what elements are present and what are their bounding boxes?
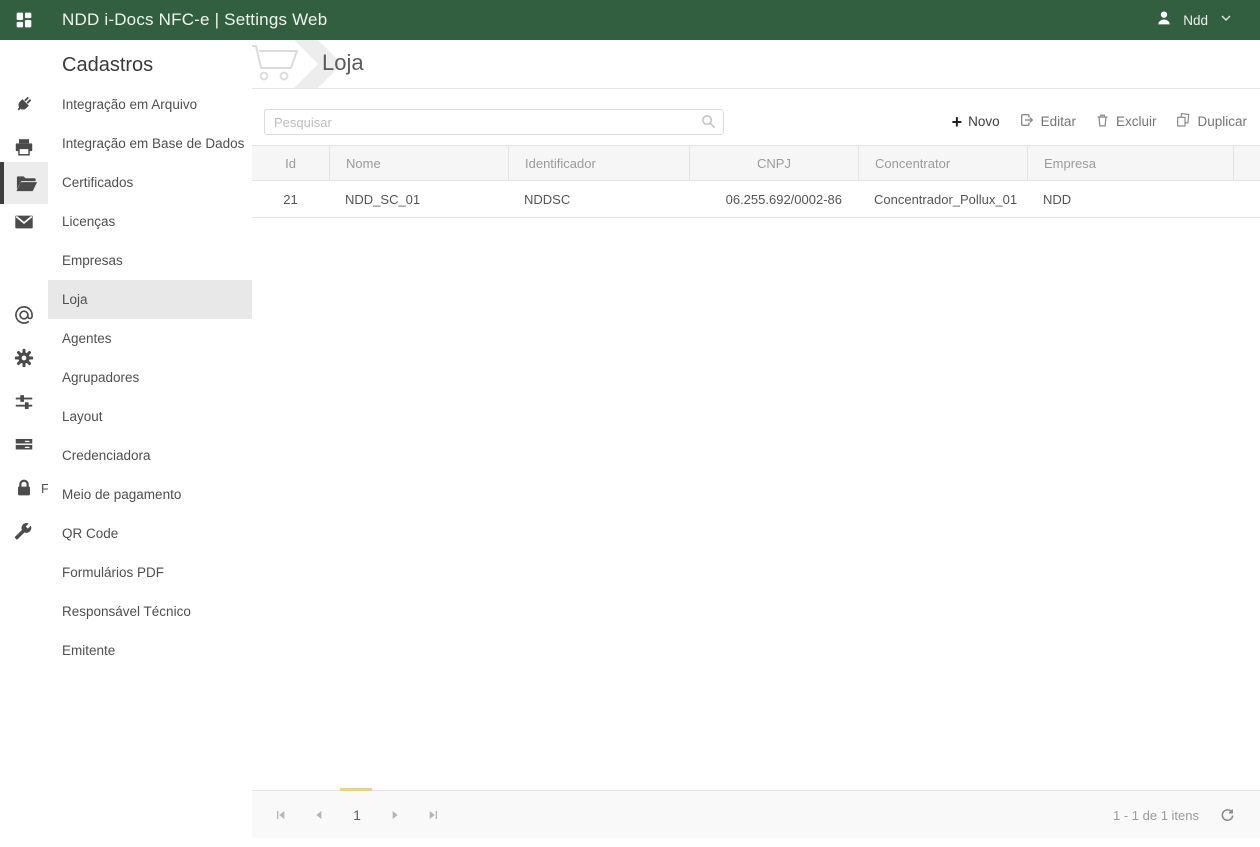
column-header-nome[interactable]: Nome [329,146,508,180]
sidebar-item-loja[interactable]: Loja [48,280,252,319]
envelope-icon[interactable] [0,201,48,243]
app-title: NDD i-Docs NFC-e | Settings Web [62,10,327,30]
first-page-icon[interactable] [269,803,293,827]
sidebar-item-meio-pagamento[interactable]: Meio de pagamento [48,475,252,514]
cell-nome: NDD_SC_01 [329,181,508,217]
last-page-icon[interactable] [421,803,445,827]
editar-button[interactable]: Editar [1019,112,1076,131]
novo-button[interactable]: + Novo [952,114,1000,129]
folder-open-icon[interactable] [0,162,48,204]
next-page-icon[interactable] [383,803,407,827]
search-input[interactable] [264,109,724,135]
main-content: Loja + Novo [252,40,1260,847]
user-name: Ndd [1183,13,1208,28]
sliders-icon[interactable] [0,381,48,423]
column-header-concentrator[interactable]: Concentrator [858,146,1027,180]
sidebar-item-agrupadores[interactable]: Agrupadores [48,358,252,397]
column-header-identificador[interactable]: Identificador [508,146,689,180]
sidebar-item-emitente[interactable]: Emitente [48,631,252,670]
toolbar: + Novo Editar [952,112,1247,131]
server-icon[interactable] [0,423,48,465]
column-header-filler [1233,146,1260,180]
edit-arrow-icon [1019,112,1035,131]
prev-page-icon[interactable] [307,803,331,827]
page-header: Loja [252,40,1260,89]
user-icon [1155,9,1173,32]
cell-empresa: NDD [1027,181,1233,217]
sidebar-item-responsavel-tecnico[interactable]: Responsável Técnico [48,592,252,631]
sidebar-item-layout[interactable]: Layout [48,397,252,436]
wrench-icon[interactable] [0,510,48,552]
table-row[interactable]: 21 NDD_SC_01 NDDSC 06.255.692/0002-86 Co… [252,181,1260,218]
novo-label: Novo [968,114,1000,129]
cell-cnpj: 06.255.692/0002-86 [689,181,858,217]
excluir-button[interactable]: Excluir [1095,113,1157,131]
sidebar-item-qr-code[interactable]: QR Code [48,514,252,553]
duplicar-label: Duplicar [1197,114,1247,129]
grid-header: Id Nome Identificador CNPJ Concentrator … [252,145,1260,181]
excluir-label: Excluir [1116,114,1157,129]
duplicar-button[interactable]: Duplicar [1175,112,1247,131]
pager-info: 1 - 1 de 1 itens [1113,808,1199,823]
current-page-indicator [340,788,372,791]
plus-icon: + [952,115,963,129]
app-grid-icon[interactable] [0,0,48,40]
sidebar-item-licencas[interactable]: Licenças [48,202,252,241]
sidebar-title: Cadastros [48,40,252,77]
cell-identificador: NDDSC [508,181,689,217]
sidebar-item-agentes[interactable]: Agentes [48,319,252,358]
editar-label: Editar [1041,114,1076,129]
sidebar-item-integracao-base-dados[interactable]: Integração em Base de Dados [48,124,252,163]
search-box [264,109,724,135]
cell-id: 21 [252,181,329,217]
icon-rail: F [0,40,48,847]
sidebar-panel: Cadastros Integração em Arquivo Integraç… [48,40,252,847]
sidebar-items: Integração em Arquivo Integração em Base… [48,85,252,670]
sidebar-item-integracao-arquivo[interactable]: Integração em Arquivo [48,85,252,124]
cell-filler [1233,181,1260,217]
page-title: Loja [322,50,364,76]
trash-icon [1095,113,1110,131]
chevron-down-icon [1218,10,1234,31]
page-number-1[interactable]: 1 [345,803,369,827]
pager: 1 1 - 1 de 1 itens [252,790,1260,838]
cell-concentrator: Concentrador_Pollux_01 [858,181,1027,217]
user-menu[interactable]: Ndd [1155,0,1234,40]
column-header-cnpj[interactable]: CNPJ [689,146,858,180]
sidebar-item-formularios-pdf[interactable]: Formulários PDF [48,553,252,592]
search-icon[interactable] [700,113,717,135]
sidebar-item-empresas[interactable]: Empresas [48,241,252,280]
plug-icon[interactable] [0,83,48,125]
column-header-id[interactable]: Id [252,146,329,180]
top-bar: NDD i-Docs NFC-e | Settings Web Ndd [0,0,1260,40]
at-icon[interactable] [0,294,48,336]
refresh-icon[interactable] [1219,807,1236,824]
gear-icon[interactable] [0,337,48,379]
data-grid: Id Nome Identificador CNPJ Concentrator … [252,145,1260,218]
column-header-empresa[interactable]: Empresa [1027,146,1233,180]
copy-icon [1175,112,1191,131]
app-window: NDD i-Docs NFC-e | Settings Web Ndd [0,0,1260,847]
sidebar-item-certificados[interactable]: Certificados [48,163,252,202]
sidebar-item-credenciadora[interactable]: Credenciadora [48,436,252,475]
pager-right: 1 - 1 de 1 itens [1113,791,1236,839]
